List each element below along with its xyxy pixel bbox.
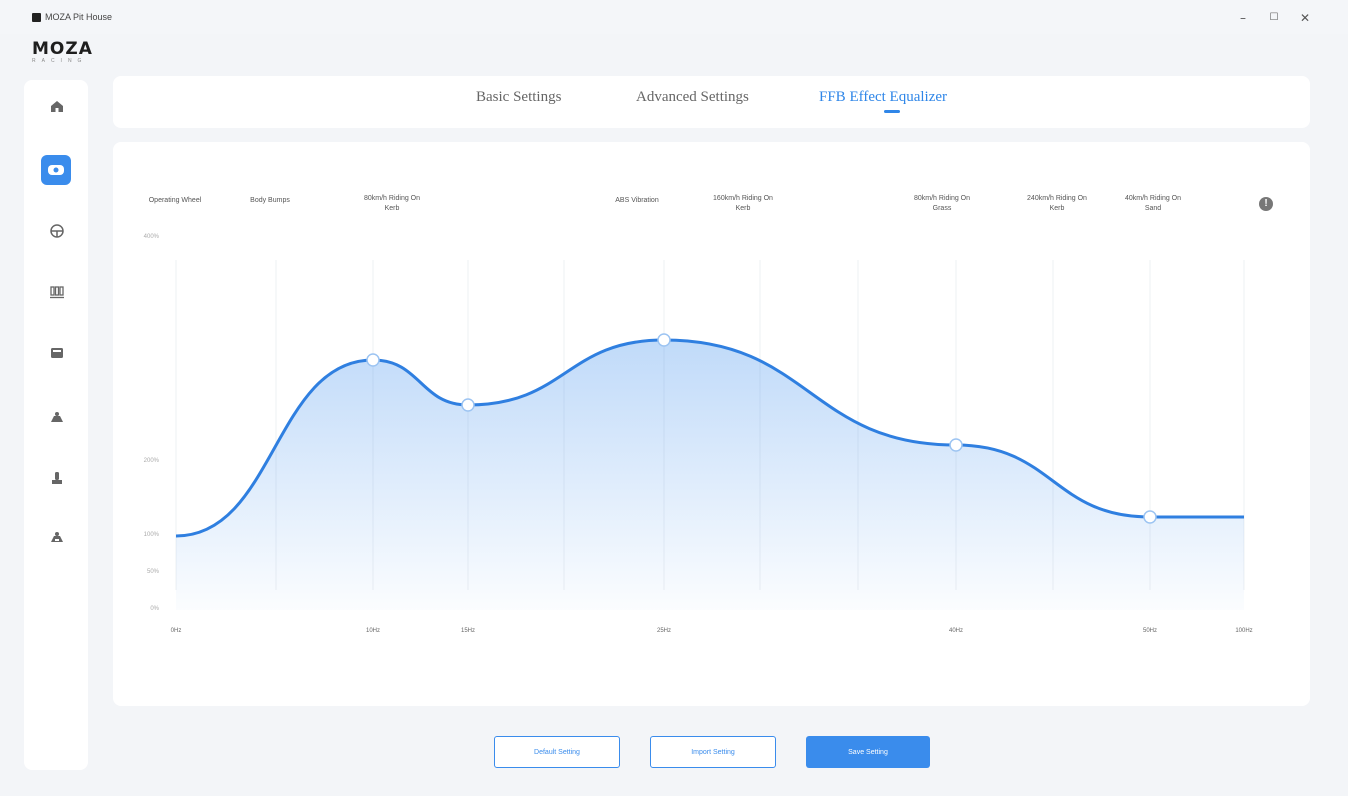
active-tab-indicator [884, 110, 900, 113]
sidebar-item-handbrake[interactable] [46, 467, 68, 489]
home-icon [51, 101, 63, 112]
wheelbase-icon [48, 165, 64, 175]
sidebar-item-home[interactable] [46, 95, 68, 117]
tab-advanced-settings[interactable]: Advanced Settings [636, 89, 749, 106]
effect-label-40kmh-sand: 40km/h Riding On Sand [1124, 195, 1182, 212]
sidebar [24, 80, 88, 770]
dashboard-icon [51, 348, 63, 358]
x-axis-tick-label: 10Hz [365, 628, 380, 634]
minimize-button[interactable]: – [1228, 8, 1258, 28]
effect-label-160kmh-kerb: 160km/h Riding On Kerb [713, 195, 773, 212]
window-title: MOZA Pit House [45, 12, 113, 22]
handbrake-icon [52, 472, 62, 484]
eq-point-handle[interactable] [949, 438, 963, 452]
app-icon [32, 13, 41, 22]
effect-label-abs-vibration: ABS Vibration [615, 197, 659, 204]
effect-label-body-bumps: Body Bumps [250, 197, 290, 204]
x-axis-tick-label: 50Hz [1142, 628, 1157, 634]
maximize-button[interactable]: ☐ [1259, 8, 1289, 28]
y-axis-tick-label: 50% [146, 569, 159, 575]
default-setting-button[interactable]: Default Setting [494, 736, 620, 768]
eq-point-handle[interactable] [366, 353, 380, 367]
sidebar-item-steering-wheel[interactable] [46, 220, 68, 242]
sidebar-item-pedals[interactable] [46, 281, 68, 303]
logo-subtitle: RACING [32, 58, 88, 64]
info-icon[interactable]: ! [1259, 197, 1273, 211]
steering-wheel-icon [50, 224, 64, 238]
y-axis-tick-label: 0% [150, 606, 159, 612]
ffb-equalizer-chart: Operating Wheel Body Bumps 80km/h Riding… [113, 142, 1310, 706]
accessory-icon [51, 532, 63, 542]
x-axis-tick-label: 40Hz [948, 628, 963, 634]
tab-ffb-effect-equalizer[interactable]: FFB Effect Equalizer [819, 89, 947, 106]
equalizer-area-fill [176, 340, 1244, 610]
x-axis-tick-label: 0Hz [170, 628, 182, 634]
sidebar-item-accessory[interactable] [46, 527, 68, 549]
shifter-icon [51, 412, 63, 422]
y-axis-tick-label: 400% [143, 234, 159, 240]
y-axis-tick-label: 100% [143, 532, 159, 538]
save-setting-button[interactable]: Save Setting [806, 736, 930, 768]
settings-tab-bar: Basic Settings Advanced Settings FFB Eff… [113, 76, 1310, 128]
effect-label-240kmh-kerb: 240km/h Riding On Kerb [1027, 195, 1087, 212]
eq-point-handle[interactable] [1143, 510, 1157, 524]
x-axis-tick-label: 25Hz [656, 628, 671, 634]
sidebar-item-shifter[interactable] [46, 407, 68, 429]
title-bar: MOZA Pit House – ☐ ✕ [0, 0, 1348, 34]
x-axis-tick-label: 15Hz [460, 628, 475, 634]
eq-point-handle[interactable] [461, 398, 475, 412]
import-setting-button[interactable]: Import Setting [650, 736, 776, 768]
effect-label-80kmh-kerb: 80km/h Riding On Kerb [363, 195, 421, 212]
equalizer-chart-svg [175, 260, 1245, 610]
y-axis-tick-label: 200% [143, 458, 159, 464]
logo-text: MOZA [32, 39, 93, 59]
sidebar-item-wheelbase[interactable] [41, 155, 71, 185]
moza-logo: MOZA RACING [32, 40, 152, 70]
close-button[interactable]: ✕ [1290, 8, 1320, 28]
tab-basic-settings[interactable]: Basic Settings [476, 89, 561, 106]
effect-label-80kmh-grass: 80km/h Riding On Grass [913, 195, 971, 212]
pedals-icon [50, 286, 64, 299]
effect-label-operating-wheel: Operating Wheel [148, 197, 202, 204]
x-axis-tick-label: 100Hz [1235, 628, 1253, 634]
eq-point-handle[interactable] [657, 333, 671, 347]
sidebar-item-dashboard[interactable] [46, 342, 68, 364]
